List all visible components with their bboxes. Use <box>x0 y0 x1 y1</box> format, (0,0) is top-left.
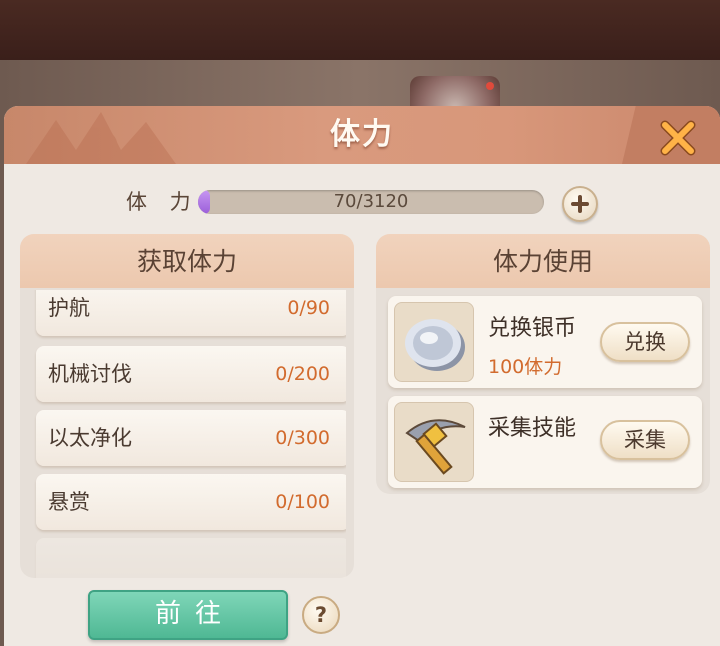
stamina-label: 体 力 <box>126 190 199 214</box>
silver-coin-icon <box>405 319 465 371</box>
close-x-icon <box>660 120 696 156</box>
item-icon-box <box>394 402 474 482</box>
card-title: 采集技能 <box>488 416 577 441</box>
task-name: 悬赏 <box>48 490 90 514</box>
gather-button[interactable]: 采集 <box>600 420 690 460</box>
task-row-machine-hunt[interactable]: 机械讨伐 0/200 <box>36 346 346 402</box>
exchange-button[interactable]: 兑换 <box>600 322 690 362</box>
gain-stamina-title: 获取体力 <box>20 234 354 288</box>
stamina-bar: 70/3120 <box>198 190 544 214</box>
task-name: 护航 <box>48 296 90 320</box>
use-stamina-panel: 体力使用 兑换银币 100体力 兑换 采集技能 采集 <box>376 234 710 494</box>
task-row-bounty[interactable]: 悬赏 0/100 <box>36 474 346 530</box>
use-stamina-title: 体力使用 <box>376 234 710 288</box>
panel-title: 体力 <box>330 117 394 152</box>
stamina-value: 70/3120 <box>333 191 409 212</box>
task-progress: 0/200 <box>275 363 330 385</box>
close-button[interactable] <box>658 118 698 158</box>
add-stamina-button[interactable] <box>562 186 598 222</box>
go-button[interactable]: 前往 <box>88 590 288 640</box>
task-name: 机械讨伐 <box>48 362 132 386</box>
plus-icon <box>571 195 589 213</box>
card-title: 兑换银币 <box>488 316 577 341</box>
task-row-ether-purify[interactable]: 以太净化 0/300 <box>36 410 346 466</box>
stamina-panel: 体力 体 力 70/3120 获取体力 护航 0/90 机械讨伐 0/200 以… <box>4 106 720 646</box>
item-icon-box <box>394 302 474 382</box>
task-row-partial[interactable] <box>36 538 346 578</box>
help-button[interactable]: ? <box>302 596 340 634</box>
task-progress: 0/300 <box>275 427 330 449</box>
task-list[interactable]: 护航 0/90 机械讨伐 0/200 以太净化 0/300 悬赏 0/100 <box>28 290 346 578</box>
task-name: 以太净化 <box>48 426 132 450</box>
task-progress: 0/90 <box>287 297 330 319</box>
task-progress: 0/100 <box>275 491 330 513</box>
game-backdrop-top <box>0 0 720 60</box>
gain-stamina-panel: 获取体力 护航 0/90 机械讨伐 0/200 以太净化 0/300 悬赏 0/… <box>20 234 354 578</box>
gather-skill-card: 采集技能 采集 <box>388 396 702 488</box>
pickaxe-icon <box>405 419 466 475</box>
card-cost: 100体力 <box>488 356 563 378</box>
task-row-escort[interactable]: 护航 0/90 <box>36 290 346 336</box>
exchange-silver-card: 兑换银币 100体力 兑换 <box>388 296 702 388</box>
